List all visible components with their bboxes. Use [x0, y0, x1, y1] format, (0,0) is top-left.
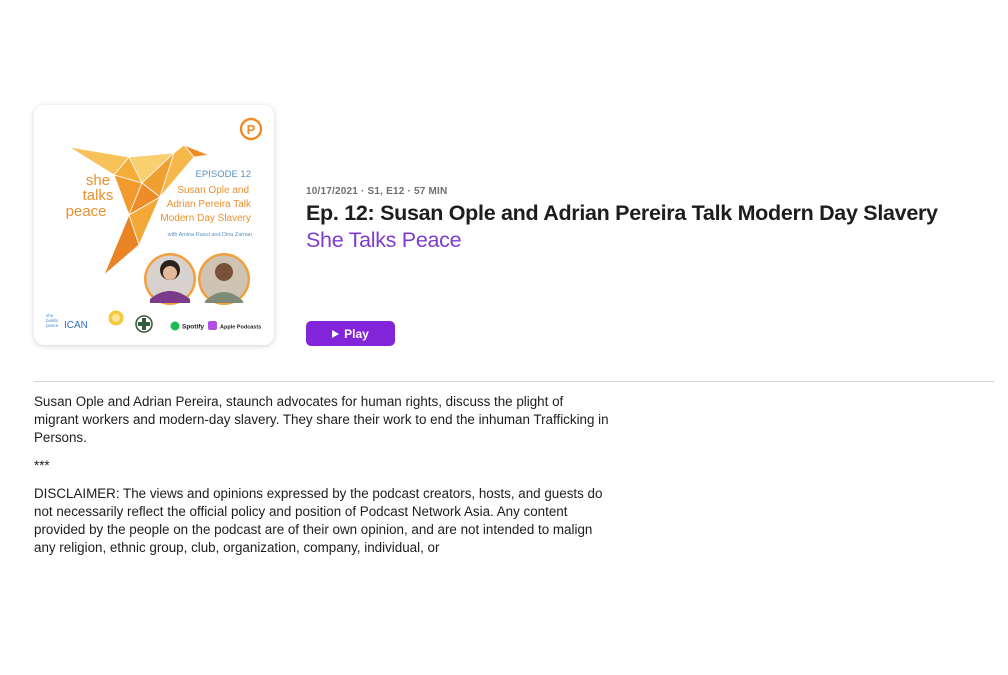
podcast-network-p-logo-icon: P — [239, 117, 263, 141]
description-separator: *** — [34, 458, 50, 473]
guest-photo-adrian-pereira — [198, 253, 250, 305]
partner-logo-emblem — [135, 315, 153, 333]
episode-artwork: P she talks peace EPISODE 12 Susan Ople … — [34, 105, 274, 345]
svg-text:Spotify: Spotify — [182, 324, 204, 331]
partner-logo-seal — [108, 310, 124, 326]
show-wordmark: she talks peace — [66, 172, 114, 220]
description-paragraph: Susan Ople and Adrian Pereira, staunch a… — [34, 394, 609, 445]
svg-text:Modern Day Slavery: Modern Day Slavery — [160, 213, 251, 224]
play-button[interactable]: Play — [306, 321, 395, 346]
svg-text:Adrian Pereira Talk: Adrian Pereira Talk — [167, 199, 252, 210]
apple-podcasts-icon: Apple Podcasts — [208, 321, 261, 331]
episode-title: Ep. 12: Susan Ople and Adrian Pereira Ta… — [306, 201, 938, 225]
svg-text:EPISODE 12: EPISODE 12 — [196, 169, 251, 180]
svg-text:talks: talks — [83, 187, 114, 204]
svg-text:peace: peace — [66, 203, 107, 220]
svg-text:P: P — [247, 122, 256, 137]
spotify-icon: Spotify — [170, 321, 204, 331]
partner-logo-ican: ICAN — [64, 320, 88, 331]
play-button-label: Play — [344, 326, 369, 341]
episode-description: Susan Ople and Adrian Pereira, staunch a… — [34, 393, 609, 567]
guest-photo-susan-ople — [144, 253, 196, 305]
partner-logo-she-builds-peace: she builds peace — [46, 313, 59, 328]
svg-text:with Amina Rasul and Dina Zama: with Amina Rasul and Dina Zaman — [167, 232, 252, 238]
play-triangle-icon — [332, 329, 340, 338]
show-name-link[interactable]: She Talks Peace — [306, 228, 462, 253]
section-divider — [34, 381, 994, 382]
episode-header: 10/17/2021 · S1, E12 · 57 MIN Ep. 12: Su… — [306, 186, 996, 253]
episode-meta: 10/17/2021 · S1, E12 · 57 MIN — [306, 186, 448, 197]
svg-text:Susan Ople and: Susan Ople and — [177, 185, 249, 196]
svg-text:peace: peace — [46, 323, 59, 328]
svg-text:Apple Podcasts: Apple Podcasts — [220, 325, 261, 331]
description-disclaimer: DISCLAIMER: The views and opinions expre… — [34, 486, 603, 555]
